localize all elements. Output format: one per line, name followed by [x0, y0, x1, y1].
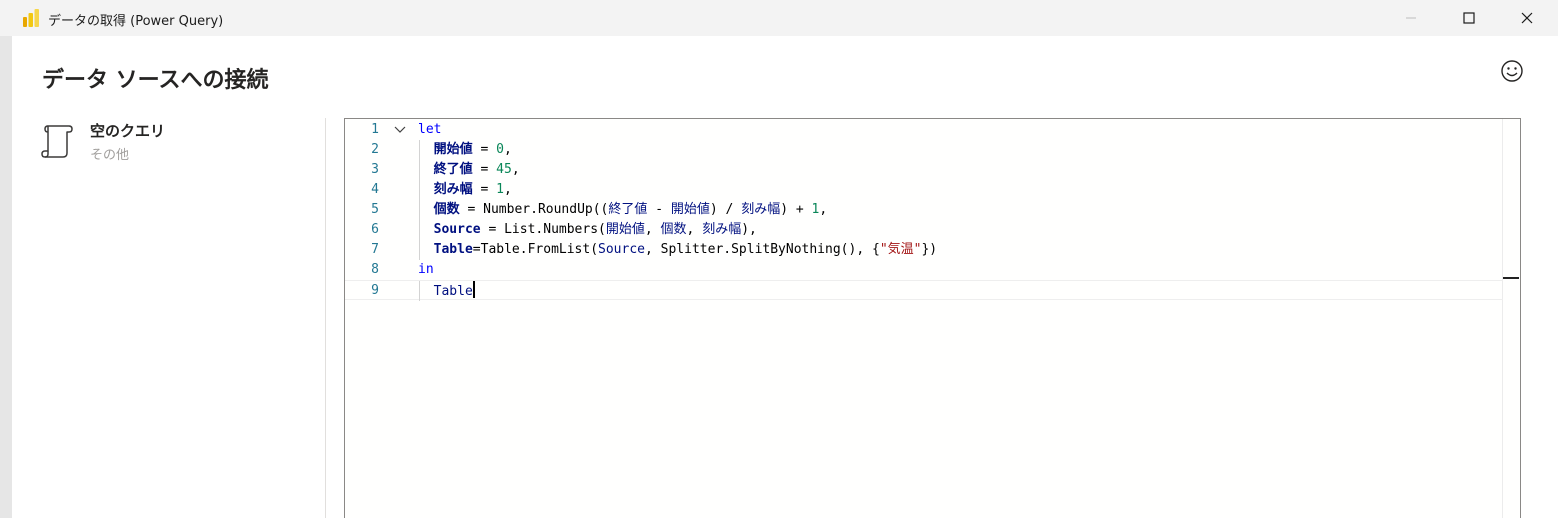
maximize-button[interactable] — [1446, 0, 1492, 36]
code-token: ), — [741, 222, 757, 237]
code-token: Number.RoundUp(( — [483, 202, 609, 217]
code-line[interactable]: 8 in — [345, 260, 1503, 280]
code-line[interactable]: 6 Source = List.Numbers(開始値, 個数, 刻み幅), — [345, 220, 1503, 240]
code-token: 開始値 — [670, 202, 710, 217]
code-token: = — [472, 142, 497, 157]
power-bi-icon — [23, 9, 39, 27]
code-line[interactable]: 5 個数 = Number.RoundUp((終了値 - 開始値) / 刻み幅)… — [345, 200, 1503, 220]
minimize-icon — [1406, 17, 1416, 19]
line-number: 8 — [371, 262, 379, 277]
line-number: 4 — [371, 182, 379, 197]
code-text: in — [418, 260, 434, 280]
code-token: 個数 — [433, 202, 460, 217]
code-text: 刻み幅 = 1, — [418, 180, 512, 200]
code-token: = — [472, 162, 497, 177]
maximize-icon — [1463, 12, 1475, 24]
close-button[interactable] — [1504, 0, 1550, 36]
code-text: Source = List.Numbers(開始値, 個数, 刻み幅), — [418, 220, 757, 240]
title-bar[interactable]: データの取得 (Power Query) — [0, 0, 1558, 36]
code-token: List.Numbers( — [504, 222, 606, 237]
dialog-heading: データ ソースへの接続 — [42, 68, 269, 93]
window-title: データの取得 (Power Query) — [48, 14, 224, 29]
code-token: , — [819, 202, 828, 217]
code-token: 刻み幅 — [433, 182, 473, 197]
code-token: Table.FromList( — [480, 242, 599, 257]
text-cursor — [472, 281, 475, 298]
scroll-icon — [41, 125, 73, 158]
code-token: Source — [598, 242, 645, 257]
code-token: 刻み幅 — [741, 202, 781, 217]
fold-chevron-icon[interactable] — [393, 122, 407, 136]
smiley-feedback-icon[interactable] — [1499, 58, 1525, 84]
code-token: - — [647, 202, 671, 217]
minimize-button[interactable] — [1388, 0, 1434, 36]
line-number: 3 — [371, 162, 379, 177]
code-editor[interactable]: 1 let 2 開始値 = 0, 3 終了値 = 45, 4 刻み幅 = 1, 5 個数 … — [344, 118, 1521, 518]
code-text: Table — [418, 281, 475, 302]
query-name: 空のクエリ — [90, 122, 166, 140]
code-token: ) + — [780, 202, 812, 217]
code-token: , — [503, 182, 512, 197]
code-line[interactable]: 2 開始値 = 0, — [345, 140, 1503, 160]
code-text: let — [418, 120, 441, 140]
code-token: }) — [921, 242, 938, 257]
cursor-ruler-mark — [1503, 277, 1519, 279]
query-category: その他 — [90, 148, 130, 163]
background-window-edge — [0, 36, 12, 518]
code-token: "気温" — [879, 242, 922, 257]
code-token: 開始値 — [433, 142, 473, 157]
code-line[interactable]: 1 let — [345, 120, 1503, 140]
line-number: 5 — [371, 202, 379, 217]
code-line[interactable]: 7 Table=Table.FromList(Source, Splitter.… — [345, 240, 1503, 260]
code-token: = — [472, 182, 497, 197]
code-token: 個数 — [660, 222, 687, 237]
code-token: ) / — [709, 202, 742, 217]
code-token: let — [418, 122, 442, 137]
code-token: 終了値 — [608, 202, 648, 217]
code-token: 終了値 — [433, 162, 473, 177]
code-text: 終了値 = 45, — [418, 160, 520, 180]
line-number: 9 — [371, 283, 379, 298]
code-token: in — [418, 262, 434, 277]
code-token: 1 — [496, 182, 504, 197]
line-number: 6 — [371, 222, 379, 237]
code-line[interactable]: 9 Table — [345, 280, 1503, 302]
code-token: , — [644, 222, 661, 237]
code-text: Table=Table.FromList(Source, Splitter.Sp… — [418, 240, 937, 260]
code-token: 刻み幅 — [702, 222, 742, 237]
code-token: = — [459, 202, 484, 217]
code-token: Table — [433, 242, 473, 257]
code-token: Source — [433, 222, 481, 237]
line-number: 1 — [371, 122, 379, 137]
pane-divider — [325, 118, 326, 518]
code-token: , — [503, 142, 512, 157]
line-number: 2 — [371, 142, 379, 157]
code-text: 個数 = Number.RoundUp((終了値 - 開始値) / 刻み幅) +… — [418, 200, 828, 220]
code-token: Table — [433, 284, 473, 299]
code-token: 開始値 — [605, 222, 645, 237]
code-token: , — [686, 222, 703, 237]
code-token: 0 — [496, 142, 504, 157]
code-line[interactable]: 4 刻み幅 = 1, — [345, 180, 1503, 200]
code-token: = — [472, 242, 481, 257]
code-line[interactable]: 3 終了値 = 45, — [345, 160, 1503, 180]
line-number: 7 — [371, 242, 379, 257]
code-token: , Splitter.SplitByNothing(), { — [645, 242, 880, 257]
code-token: , — [511, 162, 520, 177]
code-token: 45 — [496, 162, 512, 177]
close-icon — [1521, 12, 1533, 24]
code-text: 開始値 = 0, — [418, 140, 512, 160]
code-token: = — [480, 222, 505, 237]
connect-dialog: データ ソースへの接続 空のクエリ その他 1 let 2 開始値 = 0, 3 終了… — [12, 36, 1558, 518]
